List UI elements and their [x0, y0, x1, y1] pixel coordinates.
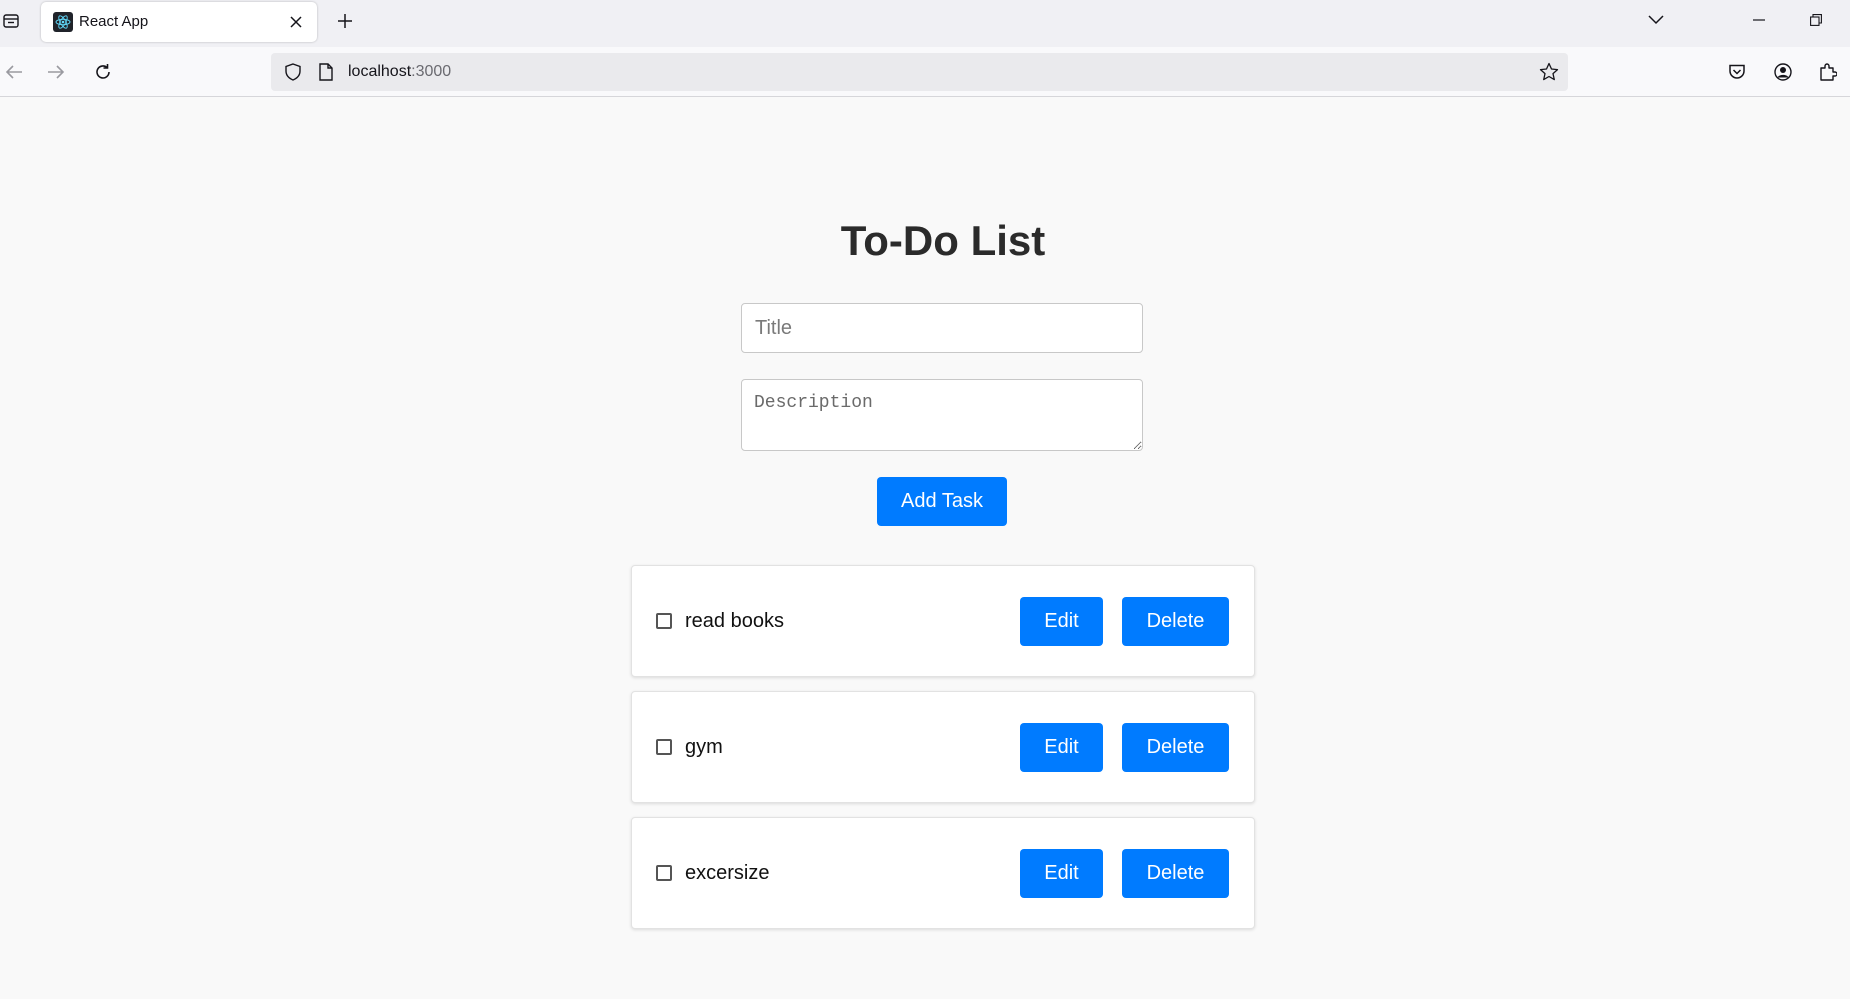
forward-arrow-icon[interactable] — [42, 58, 70, 86]
url-host: localhost — [348, 63, 412, 80]
back-arrow-icon[interactable] — [0, 58, 28, 86]
browser-tab-active[interactable]: React App — [41, 2, 317, 42]
edit-task-button[interactable]: Edit — [1020, 849, 1103, 898]
delete-task-button[interactable]: Delete — [1122, 849, 1229, 898]
new-tab-icon[interactable] — [333, 9, 357, 33]
edit-task-button[interactable]: Edit — [1020, 597, 1103, 646]
shield-icon[interactable] — [283, 62, 303, 82]
task-title: read books — [685, 610, 784, 632]
task-checkbox[interactable] — [656, 865, 672, 881]
url-port: :3000 — [411, 63, 452, 80]
browser-navigation-bar: localhost:3000 — [0, 47, 1850, 97]
task-title: excersize — [685, 862, 770, 884]
task-item: read books Edit Delete — [631, 565, 1255, 677]
bookmark-star-icon[interactable] — [1538, 61, 1560, 83]
browser-tab-bar: React App — [0, 0, 1850, 47]
task-item: excersize Edit Delete — [631, 817, 1255, 929]
minimize-window-icon[interactable] — [1745, 8, 1773, 32]
url-bar[interactable]: localhost:3000 — [271, 53, 1568, 91]
delete-task-button[interactable]: Delete — [1122, 597, 1229, 646]
page-title: To-Do List — [840, 217, 1046, 264]
task-checkbox[interactable] — [656, 613, 672, 629]
add-task-button[interactable]: Add Task — [877, 477, 1007, 526]
edit-task-button[interactable]: Edit — [1020, 723, 1103, 772]
tab-list-icon[interactable] — [0, 10, 22, 32]
reload-icon[interactable] — [89, 58, 117, 86]
task-checkbox[interactable] — [656, 739, 672, 755]
app-page: To-Do List Add Task read books Edit Dele… — [0, 97, 1850, 999]
delete-task-button[interactable]: Delete — [1122, 723, 1229, 772]
page-icon[interactable] — [316, 62, 336, 82]
restore-window-icon[interactable] — [1802, 8, 1830, 32]
task-title: gym — [685, 736, 723, 758]
tab-title: React App — [79, 13, 149, 30]
close-tab-icon[interactable] — [285, 11, 307, 33]
description-textarea[interactable] — [741, 379, 1143, 451]
extensions-icon[interactable] — [1814, 58, 1842, 86]
task-item: gym Edit Delete — [631, 691, 1255, 803]
account-icon[interactable] — [1769, 58, 1797, 86]
pocket-icon[interactable] — [1723, 58, 1751, 86]
react-logo-icon — [53, 12, 73, 32]
list-all-tabs-chevron-down-icon[interactable] — [1642, 8, 1670, 32]
url-text[interactable]: localhost:3000 — [348, 63, 451, 81]
title-input[interactable] — [741, 303, 1143, 353]
